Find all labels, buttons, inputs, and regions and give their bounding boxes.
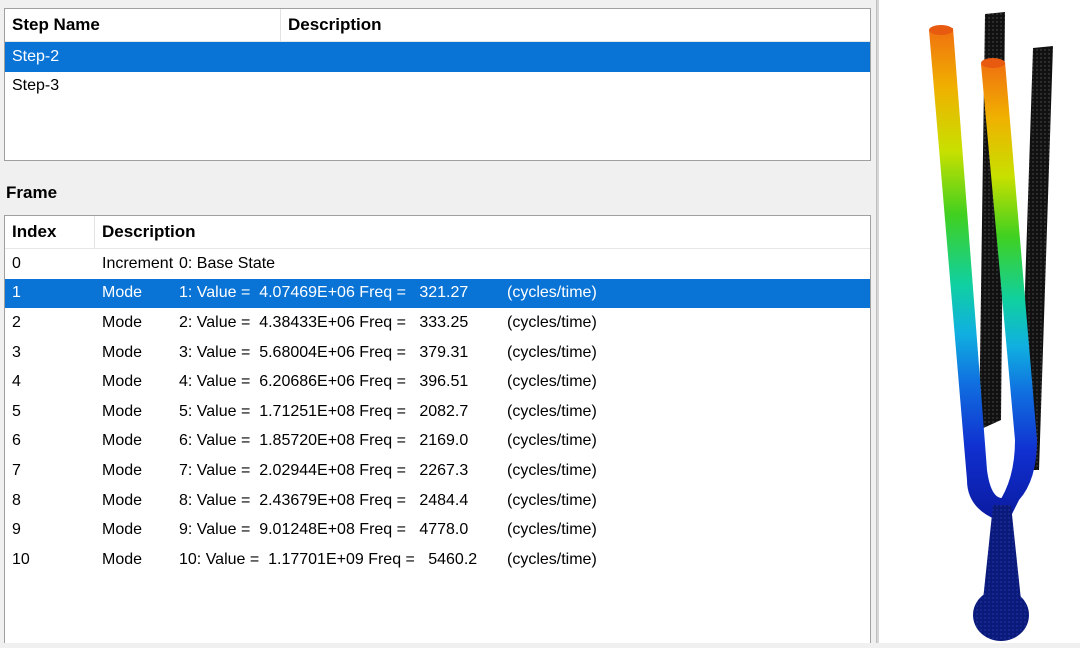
frame-index: 3 [12, 343, 21, 361]
frame-kind: Mode [102, 343, 143, 361]
frame-row[interactable]: 1 Mode 1: Value = 4.07469E+06 Freq = 321.2… [5, 278, 870, 309]
frame-rows: 0 Increment 0: Base State 1 Mode 1: Value = 4… [5, 249, 870, 575]
step-frame-dialog: Step Name Description Step-2 Step-3 Frame… [0, 0, 876, 643]
column-header-description[interactable]: Description [95, 216, 196, 248]
frame-kind: Mode [102, 402, 143, 420]
prong-tip-left [929, 25, 953, 35]
frame-units: (cycles/time) [507, 550, 597, 568]
frame-description: 7: Value = 2.02944E+08 Freq = 2267.3 [179, 461, 469, 479]
frame-description: 9: Value = 9.01248E+08 Freq = 4778.0 [179, 521, 469, 539]
frame-units: (cycles/time) [507, 461, 597, 479]
column-header-index[interactable]: Index [5, 216, 95, 248]
frame-row[interactable]: 3 Mode 3: Value = 5.68004E+06 Freq = 379.3… [5, 338, 870, 368]
frame-kind: Mode [102, 491, 143, 509]
frame-kind: Mode [102, 521, 143, 539]
frame-row[interactable]: 2 Mode 2: Value = 4.38433E+06 Freq = 333.2… [5, 308, 870, 338]
tuning-fork-model [929, 12, 1053, 641]
frame-description: 10: Value = 1.17701E+09 Freq = 5460.2 [179, 550, 478, 568]
frame-kind: Mode [102, 373, 143, 391]
frame-index: 1 [12, 284, 21, 302]
frame-row[interactable]: 5 Mode 5: Value = 1.71251E+08 Freq = 2082.… [5, 397, 870, 427]
frame-description: 4: Value = 6.20686E+06 Freq = 396.51 [179, 373, 469, 391]
frame-description: 3: Value = 5.68004E+06 Freq = 379.31 [179, 343, 469, 361]
fork-ball [973, 589, 1029, 641]
frame-row[interactable]: 10 Mode 10: Value = 1.17701E+09 Freq = 546… [5, 545, 870, 575]
frame-index: 10 [12, 550, 30, 568]
frame-row[interactable]: 0 Increment 0: Base State [5, 249, 870, 279]
step-table-header: Step Name Description [5, 9, 870, 42]
frame-units: (cycles/time) [507, 432, 597, 450]
frame-description: 6: Value = 1.85720E+08 Freq = 2169.0 [179, 432, 469, 450]
fork-stem [983, 505, 1021, 600]
frame-index: 0 [12, 254, 21, 272]
frame-row[interactable]: 7 Mode 7: Value = 2.02944E+08 Freq = 2267.… [5, 456, 870, 486]
frame-description: 2: Value = 4.38433E+06 Freq = 333.25 [179, 313, 469, 331]
frame-index: 2 [12, 313, 21, 331]
frame-units: (cycles/time) [507, 491, 597, 509]
frame-index: 5 [12, 402, 21, 420]
frame-kind: Mode [102, 284, 143, 302]
frame-units: (cycles/time) [507, 343, 597, 361]
step-row[interactable]: Step-3 [5, 72, 870, 102]
frame-units: (cycles/time) [507, 373, 597, 391]
prong-tip-right [981, 58, 1005, 68]
frame-row[interactable]: 4 Mode 4: Value = 6.20686E+06 Freq = 396.5… [5, 367, 870, 397]
frame-units: (cycles/time) [507, 313, 597, 331]
frame-kind: Mode [102, 461, 143, 479]
column-header-step-name[interactable]: Step Name [5, 9, 281, 41]
frame-section-label: Frame [6, 183, 58, 202]
frame-kind: Mode [102, 550, 143, 568]
step-name: Step-2 [12, 47, 60, 65]
frame-row[interactable]: 6 Mode 6: Value = 1.85720E+08 Freq = 2169.… [5, 427, 870, 457]
frame-index: 9 [12, 521, 21, 539]
frame-index: 6 [12, 432, 21, 450]
frame-units: (cycles/time) [507, 521, 597, 539]
frame-description: 1: Value = 4.07469E+06 Freq = 321.27 [179, 284, 469, 302]
frame-kind: Mode [102, 432, 143, 450]
column-header-description[interactable]: Description [281, 9, 382, 41]
step-table[interactable]: Step Name Description Step-2 Step-3 [4, 8, 871, 161]
frame-row[interactable]: 8 Mode 8: Value = 2.43679E+08 Freq = 2484.… [5, 486, 870, 516]
frame-description: 8: Value = 2.43679E+08 Freq = 2484.4 [179, 491, 469, 509]
frame-units: (cycles/time) [507, 284, 597, 302]
frame-kind: Mode [102, 313, 143, 331]
frame-index: 7 [12, 461, 21, 479]
frame-description: 0: Base State [179, 254, 276, 272]
frame-table-header: Index Description [5, 216, 870, 249]
frame-index: 8 [12, 491, 21, 509]
step-name: Step-3 [12, 77, 60, 95]
frame-table[interactable]: Index Description 0 Increment 0: Base Stat… [4, 215, 871, 643]
frame-index: 4 [12, 373, 21, 391]
step-row[interactable]: Step-2 [5, 42, 870, 72]
frame-units: (cycles/time) [507, 402, 597, 420]
frame-row[interactable]: 9 Mode 9: Value = 9.01248E+08 Freq = 4778.… [5, 515, 870, 545]
frame-description: 5: Value = 1.71251E+08 Freq = 2082.7 [179, 402, 469, 420]
model-viewport[interactable] [879, 0, 1080, 643]
step-rows: Step-2 Step-3 [5, 42, 870, 101]
frame-kind: Increment [102, 254, 174, 272]
